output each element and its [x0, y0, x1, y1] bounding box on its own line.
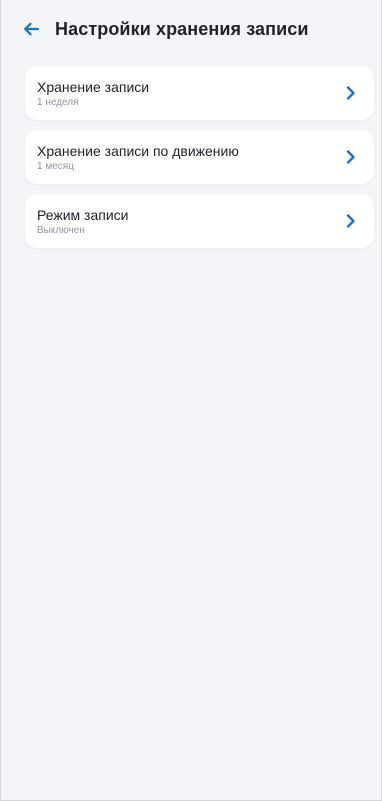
- recording-mode-text: Режим записи Выключен: [37, 206, 128, 237]
- page-title: Настройки хранения записи: [55, 19, 309, 39]
- screen: Настройки хранения записи Хранение запис…: [0, 0, 382, 801]
- header: Настройки хранения записи: [1, 0, 381, 58]
- chevron-right-icon: [344, 86, 358, 100]
- chevron-right-icon: [344, 150, 358, 164]
- storage-duration-title: Хранение записи: [37, 78, 150, 95]
- arrow-left-icon: [22, 20, 40, 38]
- motion-storage-duration-value: 1 месяц: [37, 160, 74, 172]
- settings-list: Хранение записи 1 неделя Хранение записи…: [1, 58, 381, 248]
- storage-duration-text: Хранение записи 1 неделя: [37, 78, 149, 109]
- recording-mode-item[interactable]: Режим записи Выключен: [25, 194, 374, 248]
- motion-storage-duration-item[interactable]: Хранение записи по движению 1 месяц: [25, 130, 374, 184]
- motion-storage-duration-text: Хранение записи по движению 1 месяц: [37, 142, 239, 173]
- recording-mode-title: Режим записи: [37, 206, 129, 223]
- back-button[interactable]: [19, 17, 43, 41]
- storage-duration-item[interactable]: Хранение записи 1 неделя: [25, 66, 374, 120]
- storage-duration-value: 1 неделя: [37, 96, 79, 108]
- chevron-right-icon: [344, 214, 358, 228]
- recording-mode-value: Выключен: [37, 224, 85, 236]
- motion-storage-duration-title: Хранение записи по движению: [37, 142, 239, 159]
